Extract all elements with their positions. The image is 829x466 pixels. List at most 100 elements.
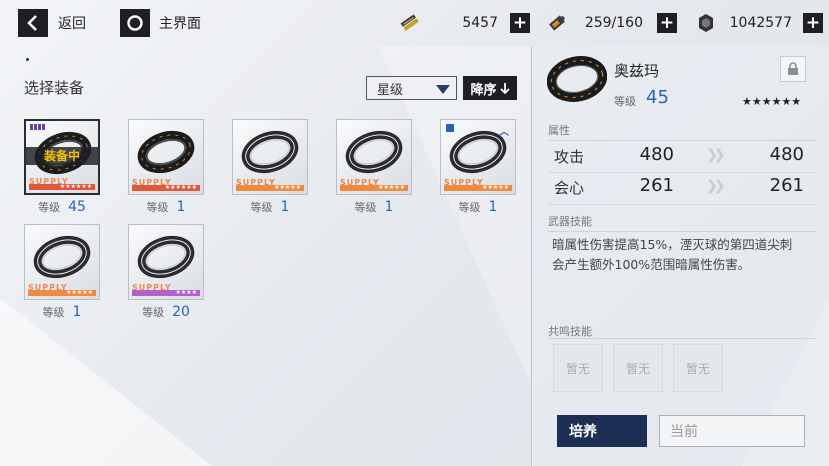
double-chevron-right-icon: ❯❯ [706,178,726,194]
rarity-bar: ★★★★★ [28,290,96,296]
equipment-level: 等级 1 [440,199,516,215]
stat-divider [548,172,816,173]
back-button[interactable]: 返回 [18,9,86,37]
equipment-level: 等级 1 [336,199,412,215]
coin-value: 1042577 [729,15,792,31]
rarity-bar: ★★★★★★ [132,185,200,191]
equipment-thumbnail: SUPPLY ★★★★ [128,224,204,300]
equipment-card[interactable]: SUPPLY ★★★★★ 等级 1 [336,119,412,215]
rarity-bar: ★★★★★ [236,185,304,191]
home-label: 主界面 [159,16,201,32]
level-value: 1 [176,199,186,215]
level-value: 1 [488,199,498,215]
equipment-card[interactable]: SUPPLY ★★★★★ 等级 1 [24,224,100,320]
current-button[interactable]: 当前 [659,415,805,447]
resource-coin: 1042577 + [695,10,829,36]
ring-icon [33,235,91,279]
chevron-up-icon: ︿ [499,127,509,138]
ring-preview-icon [547,56,607,102]
gold-bars-icon [400,14,419,31]
equipment-thumbnail: SUPPLY ★★★★★ [336,119,412,195]
double-chevron-right-icon: ❯❯ [706,147,726,163]
equipment-card[interactable]: SUPPLY ★★★★★★ 装备中 等级 45 [24,119,100,215]
stat-crit-next: 261 [769,175,804,196]
resonance-skill-title: 共鸣技能 [548,325,592,338]
attributes-divider [548,140,816,141]
resource-stamina: 259/160 + [545,10,678,36]
stat-attack-next: 480 [769,144,804,165]
equipment-card[interactable]: SUPPLY ★★★★ 等级 20 [128,224,204,320]
level-label: 等级 [142,306,165,319]
weapon-skill-title: 武器技能 [548,215,592,228]
ring-icon [345,130,403,174]
level-label: 等级 [354,201,377,214]
stamina-battery-icon [549,15,566,31]
equipment-card[interactable]: SUPPLY ★★★★★ ︿ 等级 1 [440,119,516,215]
rarity-bar: ★★★★★★ [29,184,95,190]
stat-attack-current: 480 [639,144,674,165]
level-label: 等级 [458,201,481,214]
resource-gold: 5457 + [398,10,530,36]
resonance-slot[interactable]: 暂无 [553,344,603,392]
gear-coin-icon [699,14,713,32]
detail-stars: ★★★★★★ [742,95,802,108]
equipment-level: 等级 45 [24,199,100,215]
cultivate-button[interactable]: 培养 [557,415,647,447]
resonance-slot[interactable]: 暂无 [613,344,663,392]
weapon-skill-description: 暗属性伤害提高15%，湮灭球的第四道尖刺会产生额外100%范围暗属性伤害。 [552,237,793,272]
add-stamina-button[interactable]: + [657,13,677,33]
equipped-badge: 装备中 [26,147,98,165]
gold-value: 5457 [462,15,498,31]
level-value: 45 [68,199,86,215]
attributes-title: 属性 [548,124,570,137]
equipment-level: 等级 1 [24,304,100,320]
level-value: 1 [384,199,394,215]
level-label: 等级 [38,201,61,214]
sort-select-value: 星级 [377,82,404,98]
equipment-card[interactable]: SUPPLY ★★★★★ 等级 1 [232,119,308,215]
level-label: 等级 [42,306,65,319]
equipment-level: 等级 1 [128,199,204,215]
equipment-thumbnail: SUPPLY ★★★★★★ 装备中 [24,119,100,195]
stat-crit-label: 会心 [554,179,585,197]
level-value: 1 [72,304,82,320]
top-bar: 返回 主界面 5457 + 259/160 + 1042577 + [0,0,829,46]
equipment-name: 奥兹玛 [614,62,660,80]
skill-divider [548,231,816,232]
level-label: 等级 [250,201,273,214]
triangle-down-icon [436,85,450,94]
add-coin-button[interactable]: + [803,13,823,33]
sort-order-button[interactable]: 降序 [463,76,517,100]
panel-divider [531,46,532,466]
ring-icon [241,130,299,174]
equipment-thumbnail: SUPPLY ★★★★★★ [128,119,204,195]
equipment-thumbnail: SUPPLY ★★★★★ [232,119,308,195]
add-gold-button[interactable]: + [510,13,530,33]
back-label: 返回 [58,16,86,32]
resonance-slot[interactable]: 暂无 [673,344,723,392]
sort-select[interactable]: 星级 [366,76,457,100]
stamina-value: 259/160 [584,15,643,31]
equipment-level: 等级 20 [128,304,204,320]
select-equipment-title: 选择装备 [24,79,85,97]
lock-icon [446,124,454,132]
home-circle-icon [120,9,150,37]
level-value: 20 [172,304,190,320]
level-value: 1 [280,199,290,215]
rarity-bar: ★★★★★ [444,185,512,191]
level-label: 等级 [146,201,169,214]
equipment-level: 等级 1 [232,199,308,215]
stat-divider [548,204,816,205]
equipment-card[interactable]: SUPPLY ★★★★★★ 等级 1 [128,119,204,215]
detail-level-label: 等级 [614,95,636,108]
chevron-left-icon [18,9,48,37]
ring-icon [137,235,195,279]
stat-attack-label: 攻击 [554,148,585,166]
detail-level-value: 45 [646,87,669,108]
lock-icon [788,62,798,75]
ring-icon [137,130,195,174]
home-button[interactable]: 主界面 [120,9,201,37]
arrow-down-icon [499,82,510,94]
stat-crit-current: 261 [639,175,674,196]
lock-button[interactable] [780,56,806,82]
